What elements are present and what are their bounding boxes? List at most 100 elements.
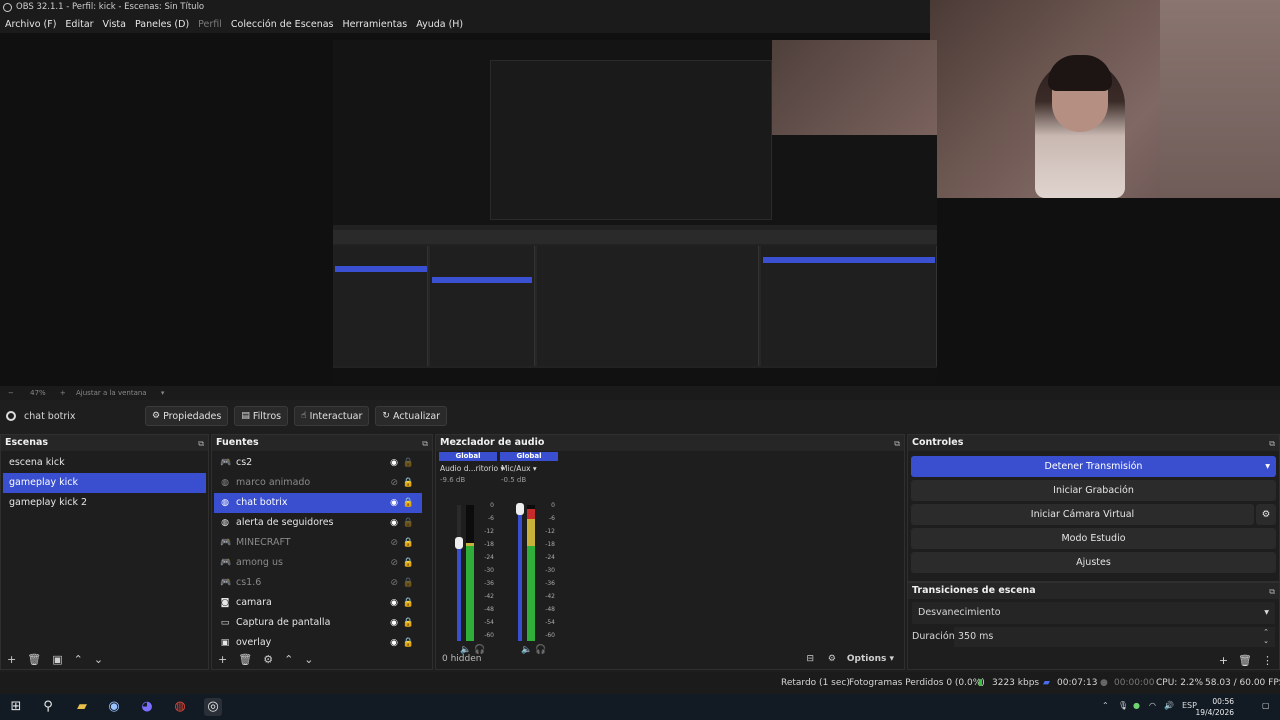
dock-icon[interactable]: ⧉ [1269,436,1275,452]
scene-item[interactable]: gameplay kick 2 [3,493,206,513]
vcam-settings-button[interactable]: ⚙ [1256,504,1276,525]
eye-slash-icon[interactable]: ⊘ [390,573,398,593]
notifications-icon[interactable]: ▢ [1262,701,1270,710]
unlock-icon[interactable]: 🔒 [403,573,414,593]
steam-icon[interactable]: ◉ [105,698,123,716]
chevron-down-icon[interactable]: ▾ [1265,456,1270,477]
source-item[interactable]: 🎮 cs2 ◉ 🔒 [214,453,422,473]
channel-name[interactable]: Audio d...ritorio ▾ [438,464,504,473]
move-up-icon[interactable]: ⌃ [74,653,83,666]
filters-button[interactable]: ▤ Filtros [234,406,289,426]
trash-icon[interactable]: 🗑 [1238,654,1252,667]
menu-ayuda[interactable]: Ayuda (H) [416,19,463,30]
fader-handle[interactable] [516,503,524,516]
source-item[interactable]: 🎮 among us ⊘ 🔒 [214,553,422,573]
volume-icon[interactable]: 🔊 [1164,701,1174,710]
source-item[interactable]: ▭ Captura de pantalla ◉ 🔒 [214,613,422,633]
eye-icon[interactable]: ◉ [390,613,398,633]
eye-slash-icon[interactable]: ⊘ [390,473,398,493]
trash-icon[interactable]: 🗑 [238,653,252,666]
dock-icon[interactable]: ⧉ [198,436,204,452]
menu-vista[interactable]: Vista [103,19,126,30]
duration-spinbox[interactable]: 350 ms ⌃ ⌄ [954,627,1275,647]
dock-icon[interactable]: ⧉ [894,436,900,452]
transition-select[interactable]: Desvanecimiento ▾ [912,602,1275,624]
chevron-down-icon[interactable]: ▾ [161,389,165,397]
add-icon[interactable]: + [1219,654,1228,667]
unlock-icon[interactable]: 🔒 [403,453,414,473]
trash-icon[interactable]: 🗑 [27,653,41,666]
lock-icon[interactable]: 🔒 [403,613,414,633]
discord-icon[interactable]: ◕ [138,698,156,716]
properties-button[interactable]: ⚙ Propiedades [145,406,229,426]
refresh-button[interactable]: ↻ Actualizar [375,406,448,426]
move-down-icon[interactable]: ⌄ [304,653,313,666]
studio-mode-button[interactable]: Modo Estudio [911,528,1276,549]
chrome-icon[interactable]: ◍ [171,698,189,716]
channel-name[interactable]: Mic/Aux ▾ [499,464,559,473]
volume-fader[interactable] [455,505,463,641]
options-menu[interactable]: Options ▾ [847,654,894,664]
settings-button[interactable]: Ajustes [911,552,1276,573]
volume-fader[interactable] [516,503,524,641]
zoom-fit-label[interactable]: Ajustar a la ventana [76,389,147,397]
windows-start-icon[interactable]: ⊞ [7,698,25,716]
tray-chevron-icon[interactable]: ⌃ [1102,701,1109,710]
eye-icon[interactable]: ◉ [390,493,398,513]
eye-slash-icon[interactable]: ⊘ [390,533,398,553]
menu-paneles[interactable]: Paneles (D) [135,19,189,30]
eye-icon[interactable]: ◉ [390,513,398,533]
lock-icon[interactable]: 🔒 [403,553,414,573]
lock-icon[interactable]: 🔒 [403,593,414,613]
source-item[interactable]: ◍ chat botrix ◉ 🔒 [214,493,422,513]
scene-item[interactable]: escena kick [3,453,206,473]
gear-icon[interactable]: ⚙ [263,653,273,666]
search-icon[interactable]: ⚲ [39,698,57,716]
scene-item[interactable]: gameplay kick [3,473,206,493]
mic-icon[interactable]: 🎙 [1118,701,1128,710]
move-up-icon[interactable]: ⌃ [284,653,293,666]
unlock-icon[interactable]: 🔒 [403,513,414,533]
source-item[interactable]: ◙ camara ◉ 🔒 [214,593,422,613]
source-item[interactable]: ◍ alerta de seguidores ◉ 🔒 [214,513,422,533]
filter-icon[interactable]: ▣ [52,653,62,666]
zoom-plus[interactable]: + [60,389,66,397]
spin-arrows-icon[interactable]: ⌃ ⌄ [1263,628,1269,646]
folder-icon[interactable]: ▰ [73,698,91,716]
menu-archivo[interactable]: Archivo (F) [5,19,56,30]
menu-coleccion-escenas[interactable]: Colección de Escenas [231,19,334,30]
clock[interactable]: 00:56 19/4/2026 [1196,696,1234,718]
eye-icon[interactable]: ◉ [390,453,398,473]
preview-canvas[interactable] [333,40,937,383]
lock-icon[interactable]: 🔒 [403,473,414,493]
add-icon[interactable]: + [7,653,16,666]
lock-icon[interactable]: 🔒 [403,493,414,513]
refresh-icon: ↻ [382,411,390,421]
network-icon[interactable]: ◠ [1149,701,1156,710]
eye-slash-icon[interactable]: ⊘ [390,553,398,573]
chevron-down-icon[interactable]: ▾ [531,464,537,473]
settings-icon[interactable]: ⚙ [828,654,836,664]
start-recording-button[interactable]: Iniciar Grabación [911,480,1276,501]
more-icon[interactable]: ⋮ [1262,654,1273,667]
start-vcam-button[interactable]: Iniciar Cámara Virtual [911,504,1254,525]
fader-handle[interactable] [455,537,463,550]
eye-icon[interactable]: ◉ [390,593,398,613]
zoom-minus[interactable]: − [8,389,14,397]
source-item[interactable]: 🎮 cs1.6 ⊘ 🔒 [214,573,422,593]
move-down-icon[interactable]: ⌄ [94,653,103,666]
interact-button[interactable]: ☝ Interactuar [294,406,370,426]
nvidia-icon[interactable]: ● [1133,701,1140,710]
source-item[interactable]: ◍ marco animado ⊘ 🔒 [214,473,422,493]
layout-icon[interactable]: ⊟ [806,654,814,664]
dock-icon[interactable]: ⧉ [422,436,428,452]
dock-icon[interactable]: ⧉ [1269,584,1275,600]
stop-stream-button[interactable]: Detener Transmisión ▾ [911,456,1276,477]
obs-taskbar-icon[interactable]: ◎ [204,698,222,716]
channel-tag: Global [439,452,497,461]
add-icon[interactable]: + [218,653,227,666]
menu-herramientas[interactable]: Herramientas [343,19,408,30]
source-item[interactable]: 🎮 MINECRAFT ⊘ 🔒 [214,533,422,553]
menu-editar[interactable]: Editar [65,19,93,30]
lock-icon[interactable]: 🔒 [403,533,414,553]
